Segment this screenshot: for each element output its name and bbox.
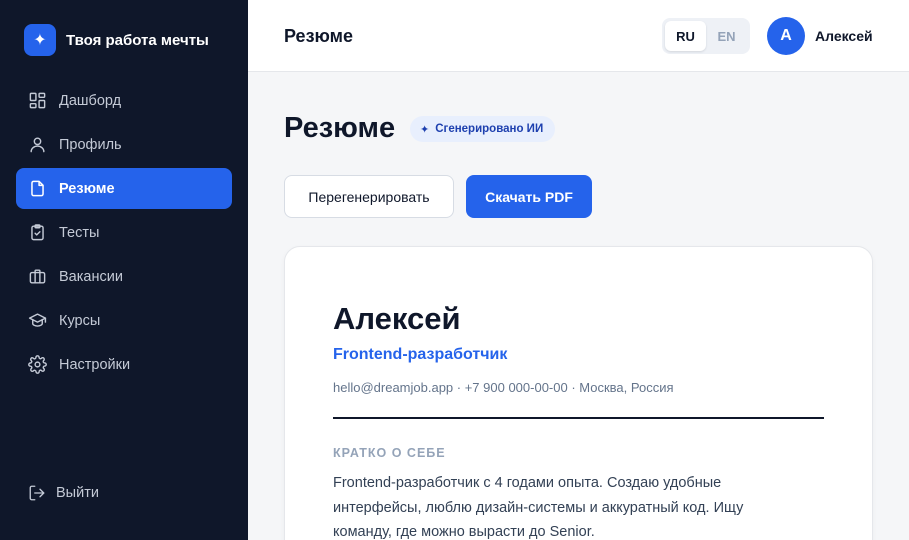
sparkle-icon: ✦	[420, 123, 430, 136]
document-icon	[31, 180, 44, 197]
sidebar-item-label: Вакансии	[59, 268, 123, 285]
dashboard-icon	[29, 92, 46, 109]
ai-generated-badge: ✦ Сгенерировано ИИ	[410, 116, 556, 142]
download-pdf-button[interactable]: Скачать PDF	[466, 175, 592, 218]
user-icon	[30, 137, 45, 153]
sidebar: ✦ Твоя работа мечты Дашборд Профиль Резю…	[0, 0, 248, 540]
top-header: Резюме RU EN А Алексей	[248, 0, 909, 72]
sidebar-item-label: Настройки	[59, 356, 131, 373]
resume-card: Алексей Frontend-разработчик hello@dream…	[284, 246, 873, 540]
sidebar-item-label: Дашборд	[59, 92, 122, 109]
graduation-cap-icon	[28, 313, 47, 327]
sidebar-item-label: Профиль	[59, 136, 122, 153]
sidebar-nav: Дашборд Профиль Резюме Тесты Вакансии Ку…	[16, 80, 232, 388]
header-title: Резюме	[284, 26, 353, 46]
sidebar-item-label: Курсы	[59, 312, 101, 329]
clipboard-check-icon	[31, 224, 44, 241]
sidebar-item-label: Тесты	[59, 224, 100, 241]
briefcase-icon	[29, 269, 46, 284]
sidebar-item-profile[interactable]: Профиль	[16, 124, 232, 165]
gear-icon	[28, 355, 47, 374]
brand[interactable]: ✦ Твоя работа мечты	[24, 24, 209, 56]
sidebar-item-vacancies[interactable]: Вакансии	[16, 256, 232, 297]
logout-icon	[29, 485, 45, 501]
avatar[interactable]: А	[767, 17, 805, 55]
sidebar-item-dashboard[interactable]: Дашборд	[16, 80, 232, 121]
logout-label: Выйти	[56, 485, 99, 501]
sparkle-icon: ✦	[24, 24, 56, 56]
sidebar-item-tests[interactable]: Тесты	[16, 212, 232, 253]
about-section-title: КРАТКО О СЕБЕ	[333, 446, 446, 460]
page-title: Резюме	[284, 112, 396, 144]
language-en-button[interactable]: EN	[706, 21, 747, 51]
language-switcher: RU EN	[662, 18, 750, 54]
sidebar-item-courses[interactable]: Курсы	[16, 300, 232, 341]
about-section-text: Frontend-разработчик с 4 годами опыта. С…	[333, 475, 744, 540]
divider	[333, 417, 824, 419]
brand-title: Твоя работа мечты	[66, 31, 209, 49]
user-name[interactable]: Алексей	[815, 28, 873, 44]
regenerate-button[interactable]: Перегенерировать	[284, 175, 454, 218]
sidebar-item-settings[interactable]: Настройки	[16, 344, 232, 385]
sidebar-item-label: Резюме	[59, 180, 115, 197]
logout-button[interactable]: Выйти	[28, 484, 99, 502]
badge-label: Сгенерировано ИИ	[435, 123, 544, 135]
sidebar-item-resume[interactable]: Резюме	[16, 168, 232, 209]
language-ru-button[interactable]: RU	[665, 21, 706, 51]
resume-role: Frontend-разработчик	[333, 346, 508, 363]
resume-name: Алексей	[333, 301, 461, 336]
resume-contacts: hello@dreamjob.app · +7 900 000-00-00 · …	[333, 380, 674, 395]
